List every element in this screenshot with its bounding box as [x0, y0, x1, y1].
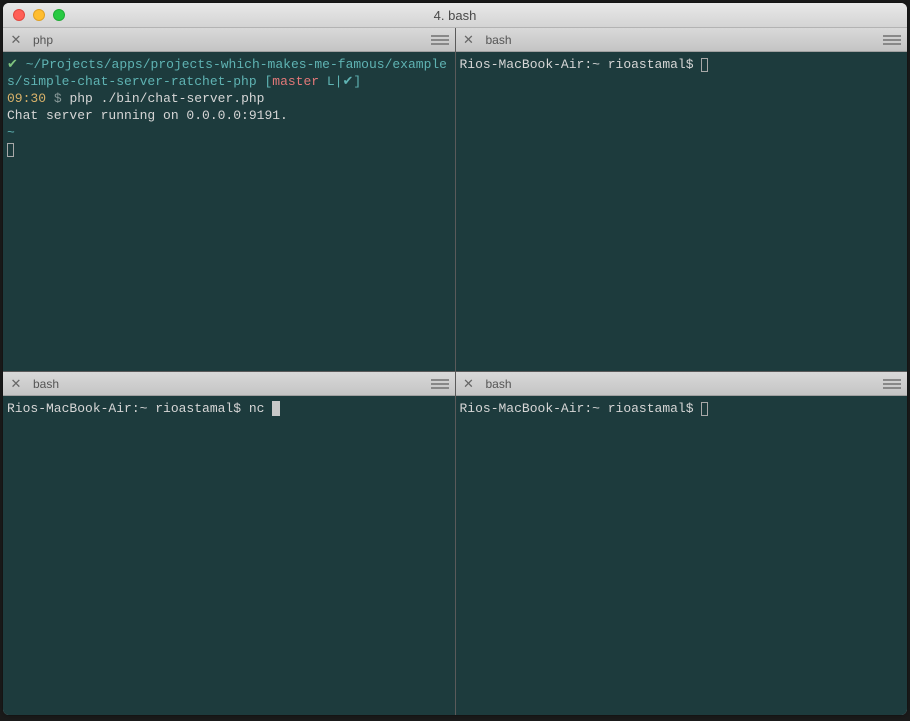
tab-label[interactable]: bash: [486, 33, 512, 47]
tab-label[interactable]: php: [33, 33, 53, 47]
maximize-icon[interactable]: [53, 9, 65, 21]
tab-close-icon[interactable]: ✕: [9, 377, 23, 391]
terminal-content[interactable]: Rios-MacBook-Air:~ rioastamal$: [456, 396, 908, 715]
traffic-lights: [3, 9, 65, 21]
prompt-text: Rios-MacBook-Air:~ rioastamal$: [460, 401, 694, 416]
cursor-icon: [701, 402, 708, 416]
pane-bottom-left[interactable]: ✕ bash Rios-MacBook-Air:~ rioastamal$ nc: [3, 372, 455, 715]
cursor-icon: [701, 58, 708, 72]
prompt-symbol: $: [54, 91, 62, 106]
panes-grid: ✕ php ✔ ~/Projects/apps/projects-which-m…: [3, 28, 907, 715]
minimize-icon[interactable]: [33, 9, 45, 21]
terminal-content[interactable]: Rios-MacBook-Air:~ rioastamal$ nc: [3, 396, 455, 715]
command-text: nc: [249, 401, 265, 416]
pane-top-right[interactable]: ✕ bash Rios-MacBook-Air:~ rioastamal$: [456, 28, 908, 371]
tab-label[interactable]: bash: [33, 377, 59, 391]
terminal-content[interactable]: ✔ ~/Projects/apps/projects-which-makes-m…: [3, 52, 455, 371]
bracket-close: ]: [353, 74, 361, 89]
prompt-text: Rios-MacBook-Air:~ rioastamal$: [7, 401, 241, 416]
tab-bar: ✕ bash: [456, 28, 908, 52]
hamburger-icon[interactable]: [431, 33, 449, 47]
tab-bar: ✕ php: [3, 28, 455, 52]
prompt-time: 09:30: [7, 91, 46, 106]
hamburger-icon[interactable]: [883, 33, 901, 47]
command-text: php ./bin/chat-server.php: [69, 91, 264, 106]
titlebar[interactable]: 4. bash: [3, 3, 907, 28]
git-status: L|✔: [319, 74, 353, 89]
window-title: 4. bash: [3, 8, 907, 23]
pane-bottom-right[interactable]: ✕ bash Rios-MacBook-Air:~ rioastamal$: [456, 372, 908, 715]
cursor-icon: [7, 143, 14, 157]
tab-close-icon[interactable]: ✕: [462, 33, 476, 47]
cursor-icon: [272, 401, 280, 416]
tilde-line: ~: [7, 125, 15, 140]
hamburger-icon[interactable]: [431, 377, 449, 391]
git-branch: master: [272, 74, 319, 89]
hamburger-icon[interactable]: [883, 377, 901, 391]
tab-label[interactable]: bash: [486, 377, 512, 391]
tab-close-icon[interactable]: ✕: [462, 377, 476, 391]
prompt-check-icon: ✔: [7, 57, 18, 72]
terminal-window: 4. bash ✕ php ✔ ~/Projects/apps/projects…: [3, 3, 907, 715]
prompt-path: ~/Projects/apps/projects-which-makes-me-…: [7, 57, 447, 89]
pane-top-left[interactable]: ✕ php ✔ ~/Projects/apps/projects-which-m…: [3, 28, 455, 371]
tab-bar: ✕ bash: [3, 372, 455, 396]
output-line: Chat server running on 0.0.0.0:9191.: [7, 108, 288, 123]
terminal-content[interactable]: Rios-MacBook-Air:~ rioastamal$: [456, 52, 908, 371]
tab-close-icon[interactable]: ✕: [9, 33, 23, 47]
close-icon[interactable]: [13, 9, 25, 21]
prompt-text: Rios-MacBook-Air:~ rioastamal$: [460, 57, 694, 72]
tab-bar: ✕ bash: [456, 372, 908, 396]
